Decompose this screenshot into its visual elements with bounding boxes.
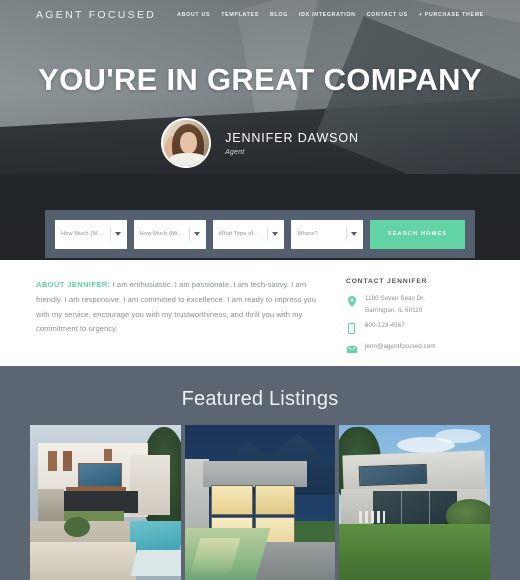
contact-email-row[interactable]: jenn@agentfocused.com bbox=[346, 343, 484, 356]
nav-item-blog[interactable]: BLOG bbox=[270, 12, 288, 18]
about-paragraph: ABOUT JENNIFER: I am enthusiastic. I am … bbox=[36, 278, 322, 337]
about-lead-label: ABOUT JENNIFER: bbox=[36, 280, 111, 289]
site-header: AGENT FOCUSED ABOUT US TEMPLATES BLOG ID… bbox=[0, 0, 520, 30]
nav-item-contact-us[interactable]: CONTACT US bbox=[367, 12, 408, 18]
nav-item-purchase-theme[interactable]: + PURCHASE THEME bbox=[419, 12, 484, 18]
listing-1-terrace-shade bbox=[60, 491, 138, 513]
listing-1-glass-balcony bbox=[78, 463, 122, 487]
listing-3-mullion bbox=[429, 491, 431, 525]
agent-identity: JENNIFER DAWSON Agent bbox=[161, 118, 359, 168]
nav-item-templates[interactable]: TEMPLATES bbox=[221, 12, 259, 18]
listing-1-window bbox=[63, 451, 72, 471]
map-pin-icon bbox=[346, 295, 357, 308]
listing-1-window bbox=[48, 451, 57, 471]
listing-card-3[interactable] bbox=[339, 425, 491, 580]
landing-page: YOU'RE IN GREAT COMPANY JENNIFER DAWSON … bbox=[0, 0, 520, 580]
listing-1-shrub bbox=[64, 517, 90, 537]
contact-column: CONTACT JENNIFER 1180 Seven Seas Dr. Bar… bbox=[336, 278, 484, 366]
featured-listings-heading: Featured Listings bbox=[181, 388, 339, 410]
listing-3-mullion bbox=[401, 491, 403, 525]
chevron-down-icon bbox=[272, 232, 279, 236]
agent-name: JENNIFER DAWSON bbox=[225, 130, 359, 145]
search-homes-button[interactable]: SEARCH HOMES bbox=[370, 219, 465, 249]
agent-text: JENNIFER DAWSON Agent bbox=[225, 131, 359, 156]
contact-address-line2: Barrington, IL 60110 bbox=[365, 307, 423, 315]
avatar-shirt bbox=[169, 153, 208, 166]
select-divider bbox=[267, 227, 269, 241]
page-title: YOU'RE IN GREAT COMPANY bbox=[38, 62, 482, 97]
select-location[interactable]: Where? bbox=[291, 219, 363, 249]
listing-3-glass-facade bbox=[373, 491, 458, 525]
listing-2-lit-window bbox=[254, 485, 295, 515]
listing-1-window bbox=[104, 449, 112, 461]
contact-email-lines: jenn@agentfocused.com bbox=[365, 343, 436, 350]
listing-3-patio-chairs bbox=[359, 511, 386, 523]
listing-1-pool-edge bbox=[130, 550, 181, 576]
chevron-down-icon bbox=[114, 232, 121, 236]
select-home-type-label: What Type of Home? bbox=[218, 231, 264, 237]
avatar-face bbox=[180, 132, 198, 154]
select-price-max-label: How Much (Max)? bbox=[61, 231, 106, 237]
listing-3-cloud bbox=[435, 429, 482, 443]
chevron-down-icon bbox=[351, 232, 357, 236]
listing-3-lawn bbox=[339, 524, 491, 580]
listing-card-1[interactable] bbox=[30, 425, 181, 580]
contact-address-line1: 1180 Seven Seas Dr. bbox=[365, 295, 425, 302]
nav-item-idx-integration[interactable]: IDX INTEGRATION bbox=[299, 12, 356, 18]
listing-1-front-wall bbox=[30, 542, 136, 580]
envelope-icon bbox=[346, 343, 357, 356]
nav-item-about-us[interactable]: ABOUT US bbox=[177, 12, 210, 18]
listing-card-2[interactable] bbox=[184, 425, 336, 580]
contact-address-lines: 1180 Seven Seas Dr. Barrington, IL 60110 bbox=[365, 295, 425, 314]
chevron-down-icon bbox=[193, 232, 200, 236]
listing-2-lit-window bbox=[210, 485, 253, 515]
main-nav: ABOUT US TEMPLATES BLOG IDX INTEGRATION … bbox=[177, 12, 484, 18]
site-logo[interactable]: AGENT FOCUSED bbox=[36, 9, 156, 21]
avatar bbox=[161, 118, 212, 168]
select-home-type[interactable]: What Type of Home? bbox=[212, 219, 285, 249]
listings-grid bbox=[30, 425, 491, 580]
contact-heading: CONTACT JENNIFER bbox=[346, 278, 428, 285]
about-column: ABOUT JENNIFER: I am enthusiastic. I am … bbox=[36, 278, 336, 366]
select-price-min[interactable]: How Much (Min)? bbox=[133, 219, 206, 249]
featured-listings-section: Featured Listings bbox=[0, 366, 520, 580]
listing-1-stairs bbox=[38, 489, 64, 521]
mobile-phone-icon bbox=[346, 322, 357, 335]
select-divider bbox=[188, 227, 190, 241]
select-price-min-label: How Much (Min)? bbox=[139, 231, 185, 237]
listing-3-upper-window bbox=[359, 463, 428, 487]
select-price-max[interactable]: How Much (Max)? bbox=[55, 219, 127, 249]
agent-role: Agent bbox=[225, 148, 245, 156]
property-search-bar: How Much (Max)? How Much (Min)? What Typ… bbox=[45, 210, 475, 258]
about-contact-section: ABOUT JENNIFER: I am enthusiastic. I am … bbox=[0, 260, 520, 366]
listing-2-roof-slab bbox=[202, 461, 307, 487]
select-divider bbox=[346, 227, 347, 241]
contact-phone-row[interactable]: 800-123-4567 bbox=[346, 322, 484, 335]
contact-phone-lines: 800-123-4567 bbox=[365, 322, 405, 329]
contact-email: jenn@agentfocused.com bbox=[365, 343, 436, 351]
select-location-label: Where? bbox=[297, 231, 318, 237]
contact-address-row: 1180 Seven Seas Dr. Barrington, IL 60110 bbox=[346, 295, 484, 314]
contact-phone: 800-123-4567 bbox=[365, 322, 405, 330]
select-divider bbox=[109, 227, 111, 241]
